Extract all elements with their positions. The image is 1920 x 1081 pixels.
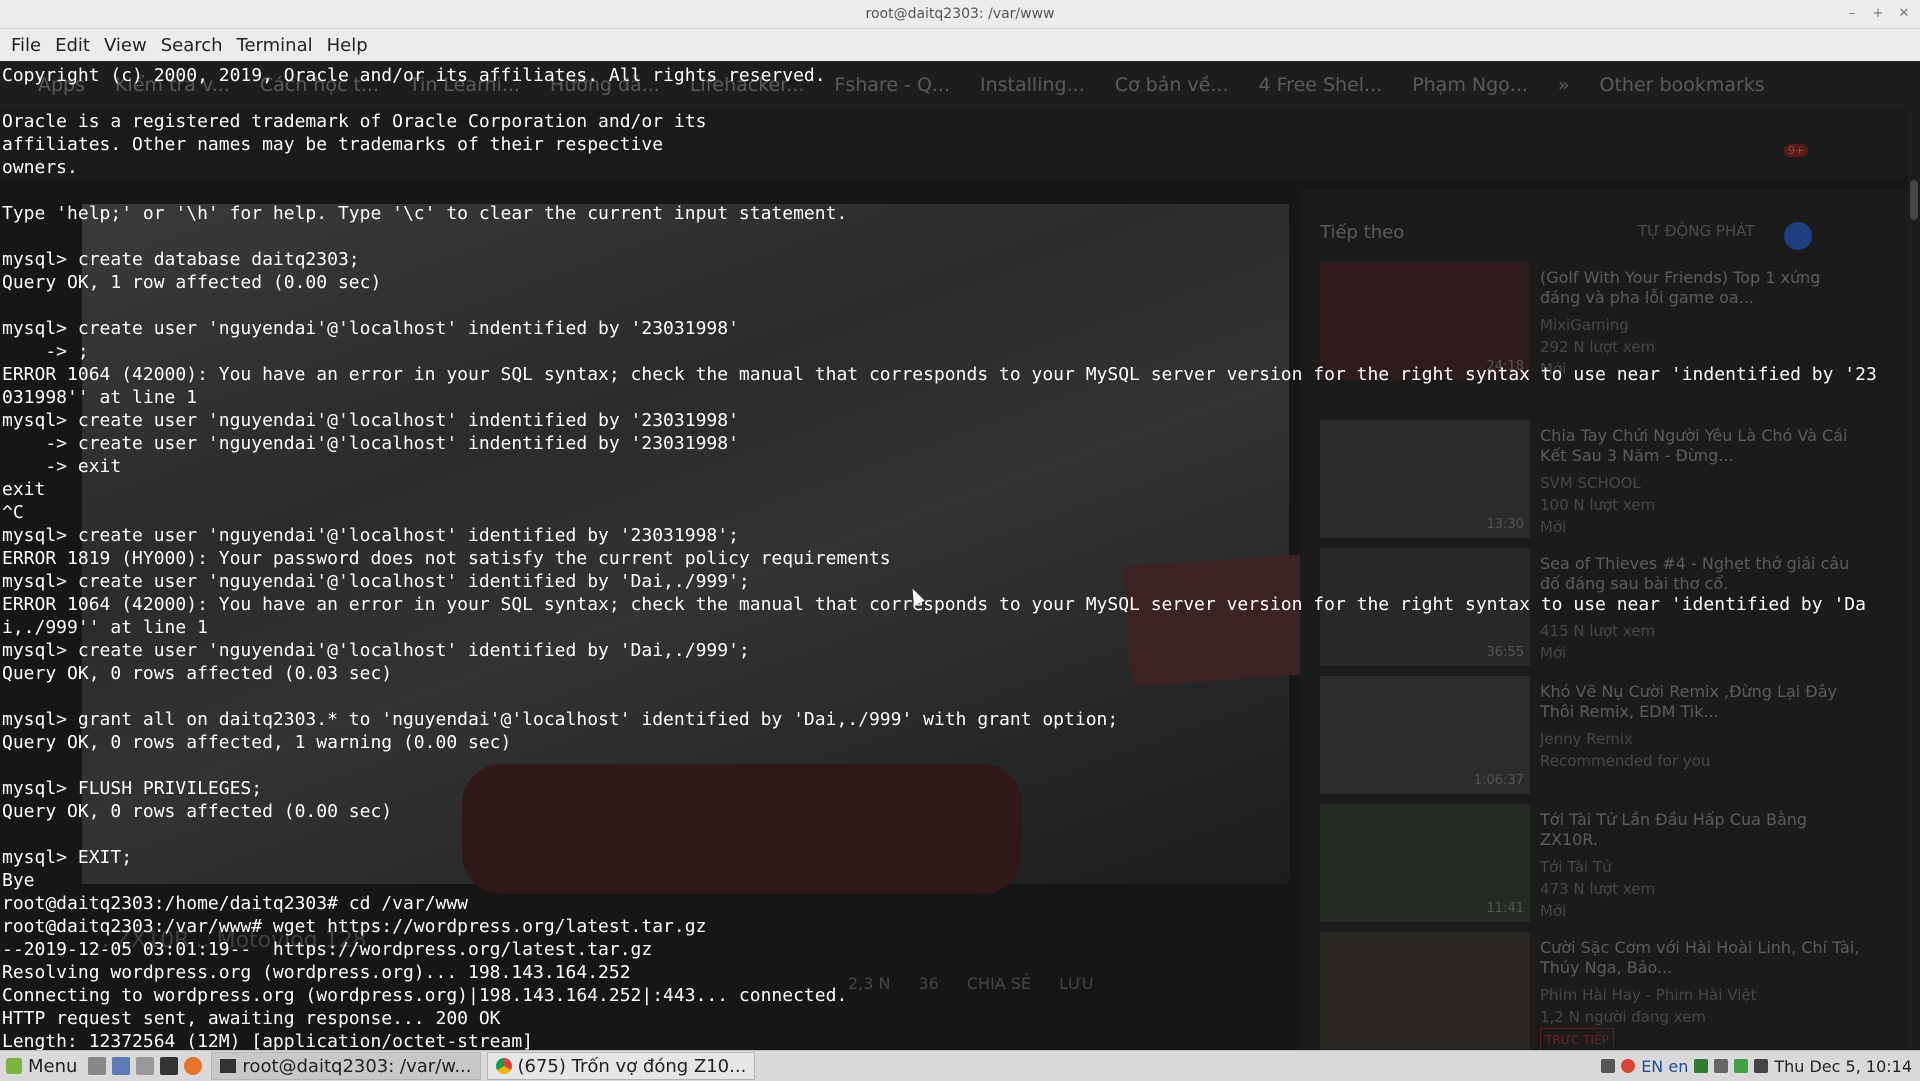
- task-terminal[interactable]: root@daitq2303: /var/w...: [211, 1052, 481, 1080]
- start-menu-button[interactable]: Menu: [0, 1056, 85, 1077]
- terminal-view[interactable]: Apps Kiểm tra v... Cách học t... Tin Lea…: [0, 62, 1920, 1050]
- terminal-line: mysql> create user 'nguyendai'@'localhos…: [2, 410, 739, 431]
- system-tray: EN en Thu Dec 5, 10:14: [1601, 1057, 1912, 1076]
- menu-edit[interactable]: Edit: [48, 35, 97, 56]
- start-menu-label: Menu: [28, 1055, 78, 1077]
- terminal-line: Length: 12372564 (12M) [application/octe…: [2, 1031, 534, 1050]
- task-chrome[interactable]: (675) Trốn vợ đóng Z10...: [486, 1052, 756, 1080]
- taskbar: Menu root@daitq2303: /var/w... (675) Trố…: [0, 1050, 1920, 1081]
- maximize-icon[interactable]: +: [1870, 0, 1886, 28]
- file-manager-launcher-icon[interactable]: [88, 1057, 107, 1075]
- bluetooth-icon[interactable]: [1601, 1059, 1616, 1073]
- terminal-line: root@daitq2303:/var/www# wget https://wo…: [2, 916, 707, 937]
- terminal-line: --2019-12-05 03:01:19-- https://wordpres…: [2, 939, 653, 960]
- window-title: root@daitq2303: /var/www: [865, 6, 1055, 22]
- mint-logo-icon: [6, 1058, 22, 1074]
- terminal-line: owners.: [2, 157, 78, 178]
- chrome-tray-icon[interactable]: [1621, 1059, 1636, 1073]
- terminal-line: Query OK, 0 rows affected (0.00 sec): [2, 801, 393, 822]
- terminal-line: -> ;: [2, 341, 89, 362]
- terminal-line: mysql> create user 'nguyendai'@'localhos…: [2, 318, 739, 339]
- menu-bar: File Edit View Search Terminal Help: [0, 29, 1920, 61]
- terminal-line: Resolving wordpress.org (wordpress.org).…: [2, 962, 631, 983]
- terminal-line: mysql> FLUSH PRIVILEGES;: [2, 778, 263, 799]
- chrome-icon: [495, 1058, 512, 1074]
- terminal-line: HTTP request sent, awaiting response... …: [2, 1008, 501, 1029]
- terminal-line: i,./999'' at line 1: [2, 617, 208, 638]
- terminal-output[interactable]: Copyright (c) 2000, 2019, Oracle and/or …: [2, 64, 1877, 1050]
- minimize-icon[interactable]: –: [1844, 0, 1860, 28]
- terminal-line: mysql> create database daitq2303;: [2, 249, 360, 270]
- terminal-line: ERROR 1064 (42000): You have an error in…: [2, 364, 1877, 385]
- window-titlebar: root@daitq2303: /var/www – + ✕: [0, 0, 1920, 29]
- pen-icon[interactable]: [1714, 1059, 1729, 1073]
- window-controls: – + ✕: [1844, 0, 1912, 28]
- terminal-launcher-icon[interactable]: [160, 1057, 179, 1075]
- close-icon[interactable]: ✕: [1896, 0, 1912, 28]
- terminal-line: Type 'help;' or '\h' for help. Type '\c'…: [2, 203, 848, 224]
- terminal-scrollbar[interactable]: [1908, 62, 1920, 1050]
- terminal-icon: [220, 1059, 237, 1073]
- firefox-launcher-icon[interactable]: [184, 1057, 203, 1075]
- menu-terminal[interactable]: Terminal: [230, 35, 320, 56]
- terminal-line: ^C: [2, 502, 24, 523]
- menu-file[interactable]: File: [4, 35, 48, 56]
- battery-icon[interactable]: [1734, 1059, 1749, 1073]
- show-desktop-launcher-icon[interactable]: [112, 1057, 131, 1075]
- terminal-line: Bye: [2, 870, 35, 891]
- keyboard-layout[interactable]: EN en: [1641, 1057, 1688, 1076]
- terminal-line: 031998'' at line 1: [2, 387, 198, 408]
- terminal-line: -> create user 'nguyendai'@'localhost' i…: [2, 433, 739, 454]
- files-launcher-icon[interactable]: [136, 1057, 155, 1075]
- terminal-line: Query OK, 1 row affected (0.00 sec): [2, 272, 382, 293]
- terminal-line: root@daitq2303:/home/daitq2303# cd /var/…: [2, 893, 468, 914]
- terminal-line: Query OK, 0 rows affected, 1 warning (0.…: [2, 732, 512, 753]
- menu-view[interactable]: View: [97, 35, 154, 56]
- terminal-line: mysql> create user 'nguyendai'@'localhos…: [2, 525, 739, 546]
- terminal-line: Oracle is a registered trademark of Orac…: [2, 111, 707, 132]
- terminal-line: ERROR 1064 (42000): You have an error in…: [2, 594, 1866, 615]
- scrollbar-thumb[interactable]: [1910, 180, 1918, 220]
- terminal-line: -> exit: [2, 456, 122, 477]
- terminal-line: affiliates. Other names may be trademark…: [2, 134, 664, 155]
- terminal-line: Copyright (c) 2000, 2019, Oracle and/or …: [2, 65, 826, 86]
- task-label: (675) Trốn vợ đóng Z10...: [517, 1055, 747, 1077]
- menu-help[interactable]: Help: [320, 35, 375, 56]
- update-shield-icon[interactable]: [1694, 1059, 1709, 1073]
- task-label: root@daitq2303: /var/w...: [242, 1055, 472, 1077]
- terminal-line: mysql> grant all on daitq2303.* to 'nguy…: [2, 709, 1119, 730]
- terminal-line: mysql> EXIT;: [2, 847, 133, 868]
- volume-icon[interactable]: [1754, 1059, 1769, 1073]
- terminal-line: exit: [2, 479, 46, 500]
- menu-search[interactable]: Search: [154, 35, 230, 56]
- terminal-line: Connecting to wordpress.org (wordpress.o…: [2, 985, 848, 1006]
- terminal-line: ERROR 1819 (HY000): Your password does n…: [2, 548, 891, 569]
- clock[interactable]: Thu Dec 5, 10:14: [1774, 1057, 1912, 1076]
- terminal-line: mysql> create user 'nguyendai'@'localhos…: [2, 640, 750, 661]
- terminal-line: Query OK, 0 rows affected (0.03 sec): [2, 663, 393, 684]
- terminal-line: mysql> create user 'nguyendai'@'localhos…: [2, 571, 750, 592]
